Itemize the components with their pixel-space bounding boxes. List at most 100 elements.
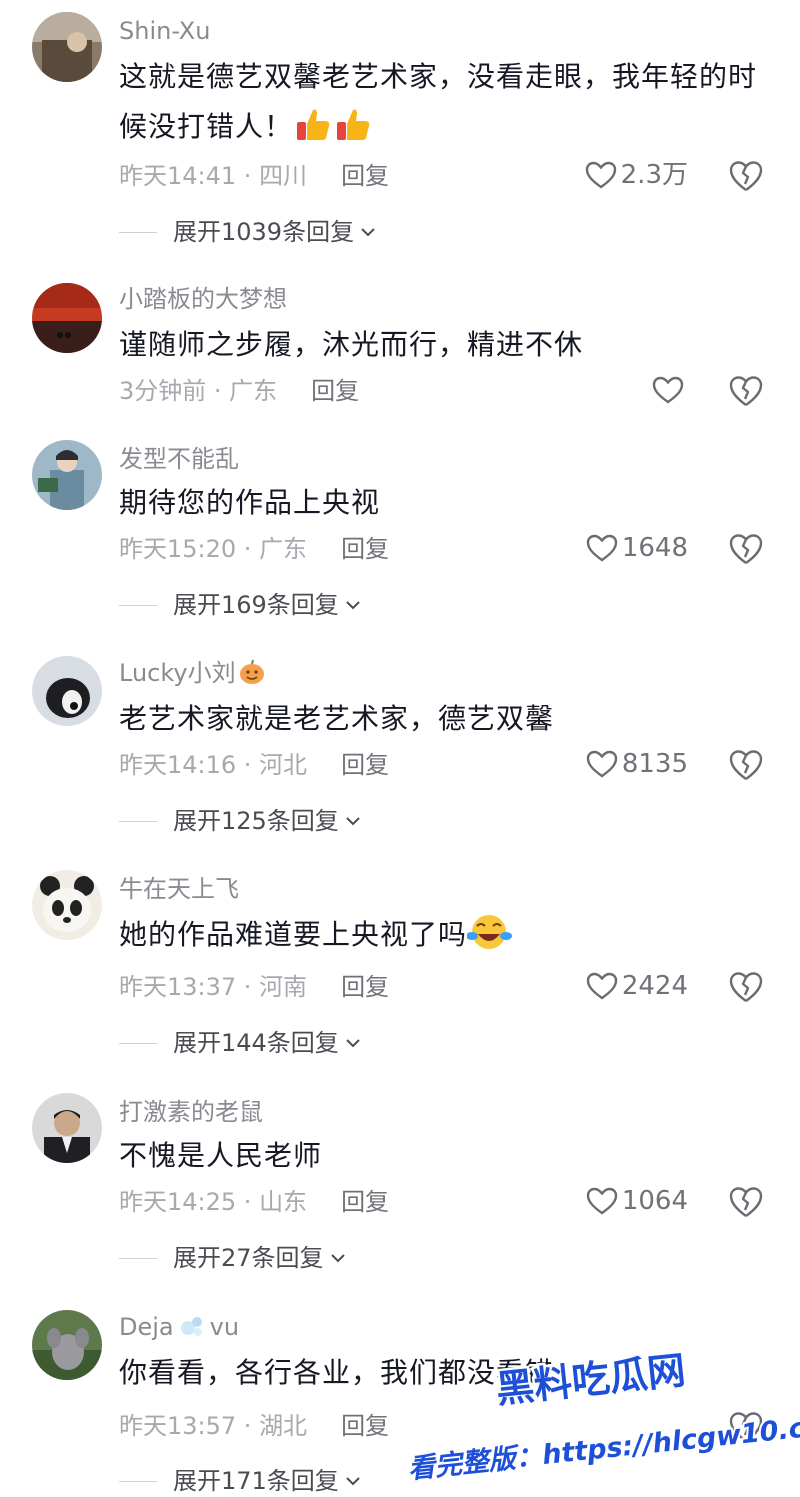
like-count: 8135	[621, 749, 688, 779]
reply-button[interactable]: 回复	[341, 162, 389, 190]
like-count: 2424	[621, 971, 688, 1001]
expand-label: 展开171条回复	[173, 1467, 339, 1495]
watermark-url: 看完整版：https://hlcgw10.com	[407, 1408, 800, 1485]
dislike-icon[interactable]	[728, 1185, 764, 1219]
comment-time: 昨天13:37	[119, 973, 237, 1001]
dislike-icon[interactable]	[728, 748, 764, 782]
comment-meta: 3分钟前 · 广东 回复	[119, 376, 359, 406]
dislike-icon[interactable]	[728, 374, 764, 408]
avatar[interactable]	[32, 1310, 102, 1380]
comment-author-name-suffix: vu	[209, 1313, 240, 1341]
divider	[119, 1042, 157, 1044]
comment-author[interactable]: Shin-Xu	[119, 16, 210, 46]
comment-author[interactable]: Lucky小刘	[119, 658, 266, 688]
dislike-icon[interactable]	[728, 532, 764, 566]
pumpkin-icon	[239, 659, 264, 684]
thumbs-up-icon	[293, 104, 333, 160]
comment-text: 这就是德艺双馨老艺术家，没看走眼，我年轻的时候没打错人！	[119, 52, 769, 160]
comment-location: 四川	[259, 162, 308, 190]
avatar[interactable]	[32, 440, 102, 510]
divider	[119, 231, 157, 233]
comment-location: 湖北	[259, 1412, 308, 1440]
avatar[interactable]	[32, 656, 102, 726]
like-button[interactable]: 1648	[586, 533, 688, 563]
like-count: 1064	[621, 1186, 688, 1216]
heart-icon	[586, 534, 618, 562]
like-button[interactable]: 1064	[586, 1186, 688, 1216]
reply-button[interactable]: 回复	[341, 1188, 389, 1216]
watermark: 黑料吃瓜网 看完整版：https://hlcgw10.com	[405, 1345, 800, 1487]
comment-time: 3分钟前	[119, 377, 207, 405]
expand-replies[interactable]: 展开125条回复	[119, 806, 363, 836]
comment-time: 昨天14:41	[119, 162, 237, 190]
comment-time: 昨天14:25	[119, 1188, 237, 1216]
comment-author[interactable]: Deja vu	[119, 1312, 239, 1342]
comment-time: 昨天13:57	[119, 1412, 237, 1440]
avatar[interactable]	[32, 12, 102, 82]
comment-author-name: Lucky小刘	[119, 659, 236, 687]
reply-button[interactable]: 回复	[341, 1412, 389, 1440]
expand-replies[interactable]: 展开144条回复	[119, 1028, 363, 1058]
separator: ·	[206, 377, 230, 405]
avatar[interactable]	[32, 870, 102, 940]
expand-replies[interactable]: 展开1039条回复	[119, 217, 378, 247]
comment-location: 河南	[259, 973, 308, 1001]
comment-meta: 昨天14:16 · 河北 回复	[119, 750, 389, 780]
like-button[interactable]: 2.3万	[585, 160, 688, 190]
separator: ·	[236, 1188, 260, 1216]
comment-location: 广东	[259, 535, 308, 563]
separator: ·	[236, 535, 260, 563]
comment-meta: 昨天14:41 · 四川 回复	[119, 161, 389, 191]
comment-location: 广东	[229, 377, 278, 405]
comment-author[interactable]: 发型不能乱	[119, 444, 239, 474]
reply-button[interactable]: 回复	[341, 751, 389, 779]
reply-button[interactable]: 回复	[311, 377, 359, 405]
crying-laughing-icon	[466, 912, 513, 968]
chevron-down-icon	[346, 601, 360, 610]
chevron-down-icon	[361, 228, 375, 237]
like-button[interactable]	[652, 375, 688, 405]
dislike-icon[interactable]	[728, 159, 764, 193]
heart-icon	[586, 750, 618, 778]
comment-time: 昨天15:20	[119, 535, 237, 563]
comment-text: 期待您的作品上央视	[119, 486, 381, 519]
chevron-down-icon	[330, 1254, 345, 1263]
dislike-icon[interactable]	[728, 970, 764, 1004]
comment-text-content: 这就是德艺双馨老艺术家，没看走眼，我年轻的时候没打错人！	[119, 60, 758, 143]
comment-author[interactable]: 牛在天上飞	[119, 874, 239, 904]
like-count: 1648	[621, 533, 688, 563]
like-button[interactable]: 8135	[586, 749, 688, 779]
comment-meta: 昨天15:20 · 广东 回复	[119, 534, 389, 564]
comment-time: 昨天14:16	[119, 751, 237, 779]
heart-icon	[652, 376, 684, 404]
comment-meta: 昨天13:57 · 湖北 回复	[119, 1411, 389, 1441]
avatar[interactable]	[32, 283, 102, 353]
comment-author-name: Deja	[119, 1313, 174, 1341]
chevron-down-icon	[346, 1039, 360, 1048]
divider	[119, 1257, 157, 1259]
separator: ·	[236, 973, 260, 1001]
expand-label: 展开169条回复	[173, 591, 339, 619]
divider	[119, 604, 157, 606]
comment-text-content: 她的作品难道要上央视了吗	[119, 918, 468, 951]
heart-icon	[586, 972, 618, 1000]
comment-meta: 昨天13:37 · 河南 回复	[119, 972, 389, 1002]
separator: ·	[236, 1412, 260, 1440]
comment-text: 老艺术家就是老艺术家，德艺双馨	[119, 702, 555, 735]
reply-button[interactable]: 回复	[341, 535, 389, 563]
separator: ·	[236, 162, 260, 190]
comment-location: 山东	[259, 1188, 308, 1216]
comment-text: 谨随师之步履，沐光而行，精进不休	[119, 328, 584, 361]
expand-replies[interactable]: 展开171条回复	[119, 1466, 363, 1496]
comment-author[interactable]: 小踏板的大梦想	[119, 284, 287, 314]
expand-replies[interactable]: 展开169条回复	[119, 590, 363, 620]
like-button[interactable]: 2424	[586, 971, 688, 1001]
avatar[interactable]	[32, 1093, 102, 1163]
divider	[119, 820, 157, 822]
watermark-title: 黑料吃瓜网	[494, 1348, 688, 1412]
expand-replies[interactable]: 展开27条回复	[119, 1243, 348, 1273]
reply-button[interactable]: 回复	[341, 973, 389, 1001]
chevron-down-icon	[346, 1477, 360, 1486]
separator: ·	[236, 751, 260, 779]
comment-author[interactable]: 打激素的老鼠	[119, 1097, 263, 1127]
